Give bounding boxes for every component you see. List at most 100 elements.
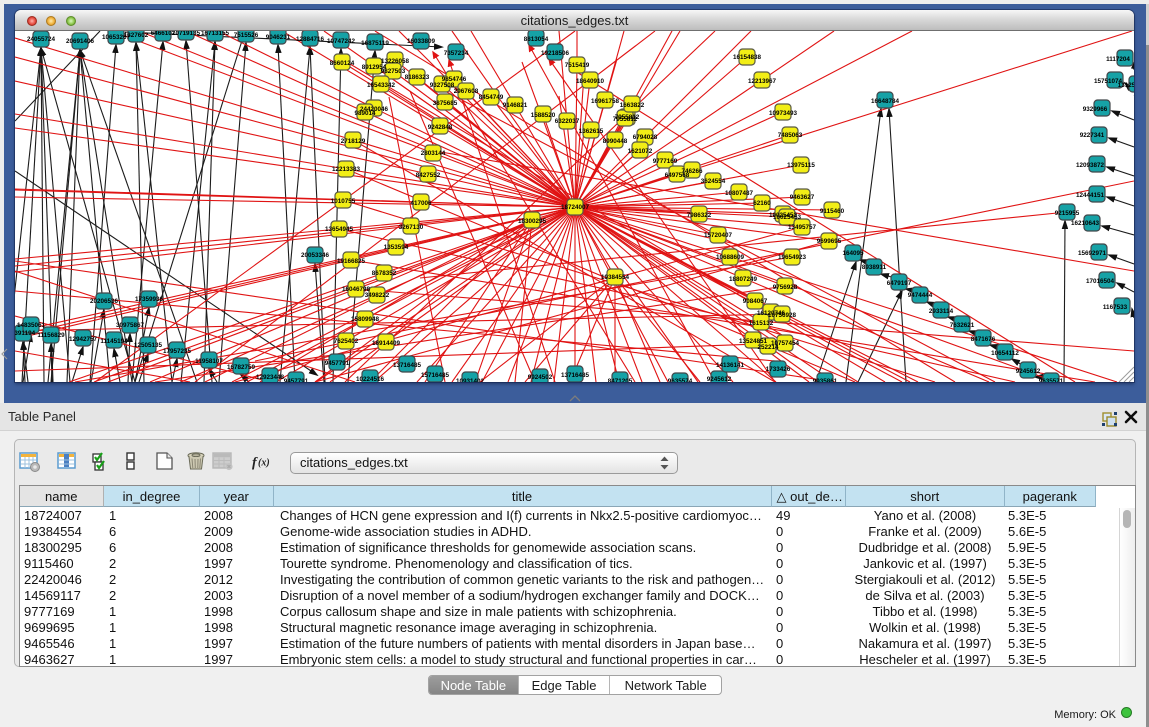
svg-text:7515526: 7515526 (234, 32, 259, 39)
svg-text:3498222: 3498222 (365, 292, 390, 299)
svg-text:9084067: 9084067 (743, 298, 768, 305)
svg-text:13654945: 13654945 (325, 226, 354, 233)
svg-text:9245612: 9245612 (707, 376, 732, 382)
svg-text:9635571: 9635571 (1039, 378, 1064, 382)
svg-text:7485063: 7485063 (778, 132, 803, 139)
svg-text:8938911: 8938911 (862, 264, 887, 271)
svg-text:11145194: 11145194 (100, 338, 128, 345)
svg-text:12444151: 12444151 (1076, 192, 1105, 199)
svg-text:16210643: 16210643 (1071, 220, 1100, 227)
svg-text:12923448: 12923448 (256, 374, 285, 381)
svg-text:9935861: 9935861 (813, 378, 838, 382)
svg-text:9457791: 9457791 (325, 360, 350, 367)
svg-text:13495757: 13495757 (788, 224, 817, 231)
svg-text:15720407: 15720407 (704, 232, 733, 239)
svg-text:18807249: 18807249 (729, 276, 758, 283)
svg-text:20691406: 20691406 (66, 38, 95, 45)
svg-text:19166825: 19166825 (337, 258, 366, 265)
svg-text:18300295: 18300295 (518, 218, 547, 225)
svg-text:12213967: 12213967 (748, 78, 777, 85)
svg-text:18724007: 18724007 (561, 204, 590, 211)
svg-text:3875685: 3875685 (433, 100, 458, 107)
svg-text:10719135: 10719135 (172, 31, 201, 37)
svg-text:9756928: 9756928 (773, 284, 798, 291)
svg-text:2967608: 2967608 (454, 88, 479, 95)
svg-text:13716485: 13716485 (393, 362, 422, 369)
svg-text:8454749: 8454749 (479, 94, 504, 101)
svg-text:3624554: 3624554 (701, 178, 726, 185)
svg-text:16914409: 16914409 (372, 340, 401, 347)
svg-text:24055724: 24055724 (27, 36, 56, 43)
svg-text:9327508: 9327508 (430, 82, 455, 89)
svg-text:8813054: 8813054 (524, 36, 549, 43)
svg-text:(x): (x) (258, 458, 270, 469)
svg-text:164095: 164095 (842, 250, 864, 257)
svg-text:12213383: 12213383 (332, 166, 361, 173)
svg-text:19218506: 19218506 (541, 50, 570, 57)
svg-text:10973493: 10973493 (769, 110, 798, 117)
svg-text:2803144: 2803144 (421, 150, 446, 157)
svg-text:10757454: 10757454 (771, 340, 800, 347)
svg-text:12942757: 12942757 (69, 336, 98, 343)
svg-text:14835061: 14835061 (17, 322, 46, 329)
svg-text:16782759: 16782759 (227, 364, 256, 371)
svg-text:1663822: 1663822 (620, 102, 645, 109)
svg-text:13226058: 13226058 (381, 58, 410, 65)
svg-text:17359936: 17359936 (135, 296, 164, 303)
svg-text:3267130: 3267130 (399, 224, 424, 231)
svg-text:1327602: 1327602 (124, 32, 149, 39)
svg-text:9242848: 9242848 (428, 124, 453, 131)
svg-text:14136141: 14136141 (716, 362, 745, 369)
svg-text:1117204: 1117204 (1106, 56, 1130, 63)
svg-text:9827503: 9827503 (381, 68, 406, 75)
svg-text:9699695: 9699695 (817, 238, 842, 245)
svg-text:13716485: 13716485 (561, 372, 590, 379)
svg-text:8660124: 8660124 (330, 60, 355, 67)
svg-text:11958107: 11958107 (195, 358, 223, 365)
svg-text:12505135: 12505135 (134, 342, 163, 349)
svg-text:10756928: 10756928 (768, 312, 797, 319)
svg-text:16713155: 16713155 (201, 31, 230, 37)
svg-text:8186323: 8186323 (405, 74, 430, 81)
svg-text:1733426: 1733426 (766, 366, 791, 373)
svg-text:30975867: 30975867 (116, 322, 145, 329)
svg-text:417006: 417006 (410, 200, 432, 207)
svg-text:19384554: 19384554 (601, 274, 630, 281)
svg-text:9457791: 9457791 (284, 378, 309, 382)
svg-text:1588520: 1588520 (531, 112, 556, 119)
svg-text:10931402: 10931402 (456, 378, 485, 382)
svg-text:16154838: 16154838 (733, 54, 762, 61)
svg-text:1615132: 1615132 (749, 320, 774, 327)
svg-text:1010755: 1010755 (331, 198, 356, 205)
svg-text:8427552: 8427552 (416, 172, 441, 179)
svg-text:8471676: 8471676 (971, 336, 996, 343)
svg-text:10224516: 10224516 (356, 376, 385, 382)
svg-text:989014: 989014 (354, 110, 376, 117)
svg-text:9115460: 9115460 (820, 208, 845, 215)
svg-text:8990448: 8990448 (603, 138, 628, 145)
svg-text:2718129: 2718129 (341, 138, 366, 145)
svg-text:8678352: 8678352 (372, 270, 397, 277)
svg-text:20206536: 20206536 (90, 298, 119, 305)
svg-text:6322037: 6322037 (555, 118, 580, 125)
svg-text:13975115: 13975115 (787, 162, 815, 169)
svg-text:9227341: 9227341 (1080, 132, 1105, 139)
svg-text:19654923: 19654923 (778, 254, 807, 261)
svg-text:9146821: 9146821 (503, 102, 528, 109)
svg-text:1621072: 1621072 (628, 148, 653, 155)
svg-text:10807487: 10807487 (725, 190, 754, 197)
svg-text:15692971: 15692971 (1078, 250, 1107, 257)
svg-text:15809948: 15809948 (351, 316, 380, 323)
svg-text:3391194: 3391194 (15, 330, 36, 337)
svg-text:10688609: 10688609 (716, 254, 745, 261)
svg-text:9777169: 9777169 (653, 158, 678, 165)
svg-text:62160: 62160 (753, 200, 771, 207)
svg-text:16033809: 16033809 (407, 38, 436, 45)
svg-text:9474444: 9474444 (908, 292, 933, 299)
svg-text:16543342: 16543342 (367, 82, 396, 89)
svg-text:7625402: 7625402 (334, 338, 359, 345)
svg-text:1362615: 1362615 (579, 128, 604, 135)
svg-text:12884716: 12884716 (296, 36, 325, 43)
svg-text:7632621: 7632621 (950, 322, 975, 329)
svg-text:12093872: 12093872 (1076, 162, 1105, 169)
